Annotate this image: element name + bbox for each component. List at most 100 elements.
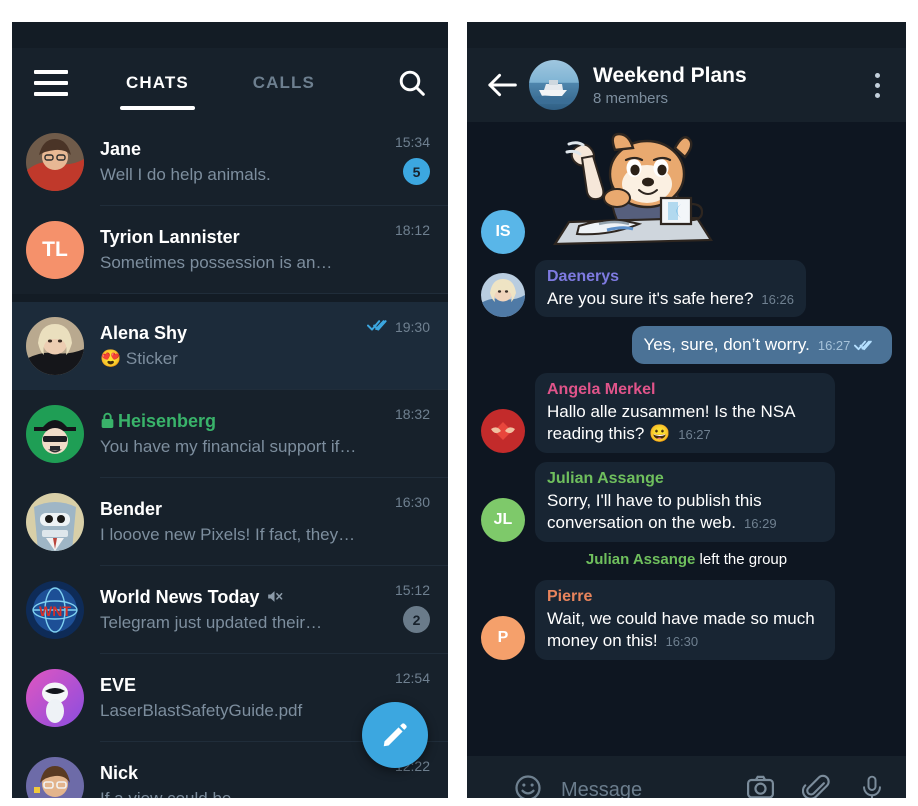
chat-item-time: 12:54: [394, 670, 430, 686]
chat-item-title: EVE: [100, 675, 137, 695]
incoming-message[interactable]: JL Julian Assange Sorry, I'll have to publ…: [481, 461, 892, 542]
chat-item-body: EVE LaserBlastSafetyGuide.pdf: [100, 675, 385, 721]
conversation-header: Weekend Plans 8 members: [467, 48, 906, 122]
avatar[interactable]: WNT: [26, 581, 84, 639]
avatar[interactable]: [26, 493, 84, 551]
chat-item-title: Nick: [100, 763, 139, 783]
sticker-message[interactable]: IS: [481, 130, 892, 254]
chat-item-title: Alena Shy: [100, 323, 188, 343]
chat-item-time: 15:34: [394, 134, 430, 150]
smiley-face-icon[interactable]: [513, 773, 543, 798]
avatar[interactable]: [26, 405, 84, 463]
tab-calls-label: CALLS: [252, 73, 315, 92]
avatar[interactable]: [26, 133, 84, 191]
message-text: Sorry, I'll have to publish this convers…: [547, 490, 762, 533]
avatar[interactable]: [481, 408, 525, 453]
chat-item-preview: 😍 Sticker: [100, 349, 178, 368]
avatar[interactable]: [481, 273, 525, 318]
chat-item-body: Heisenberg You have my financial support …: [100, 411, 385, 457]
avatar[interactable]: [26, 757, 84, 798]
chat-item-preview: Telegram just updated their…: [100, 613, 323, 632]
message-timestamp: 16:27: [818, 338, 880, 353]
status-bar-right: [467, 22, 906, 48]
conversation-title-block: Weekend Plans 8 members: [593, 63, 864, 107]
chat-item-title: Bender: [100, 499, 163, 519]
conversation-subtitle: 8 members: [593, 90, 669, 108]
incoming-message[interactable]: Daenerys Are you sure it's safe here? 16:2…: [481, 260, 892, 318]
chat-item-body: World News Today Telegram just updated t…: [100, 587, 385, 633]
chat-item-preview: Sometimes possession is an…: [100, 253, 333, 272]
chat-list-item[interactable]: Jane Well I do help animals. 15:34 5: [12, 118, 448, 206]
tab-bar: CHATS CALLS: [120, 48, 321, 118]
message-text: Yes, sure, don’t worry.: [643, 335, 810, 355]
avatar[interactable]: IS: [481, 210, 525, 254]
message-list[interactable]: IS Daenerys Are you sure it's safe here?…: [467, 122, 906, 756]
avatar[interactable]: P: [481, 615, 525, 660]
unread-badge: 2: [403, 606, 430, 633]
chat-item-title: World News Today: [100, 587, 284, 608]
message-timestamp: 16:27: [678, 427, 711, 443]
service-actor: Julian Assange: [585, 550, 696, 568]
chat-list-item[interactable]: Heisenberg You have my financial support …: [12, 390, 448, 478]
avatar[interactable]: [26, 669, 84, 727]
app-root: CHATS CALLS Jane Well I do help animals. 1…: [0, 0, 918, 806]
avatar[interactable]: TL: [26, 221, 84, 279]
message-sender-name: Pierre: [547, 587, 593, 605]
chat-item-body: Tyrion Lannister Sometimes possession is …: [100, 227, 385, 273]
chat-item-body: Bender I looove new Pixels! If fact, they…: [100, 499, 385, 545]
search-icon[interactable]: [396, 67, 428, 99]
chat-item-preview: You have my financial support if…: [100, 437, 357, 456]
paperclip-icon[interactable]: [801, 773, 832, 798]
outgoing-message[interactable]: Yes, sure, don’t worry. 16:27: [481, 326, 892, 364]
message-text: Are you sure it's safe here?: [547, 289, 754, 308]
avatar[interactable]: [26, 317, 84, 375]
chat-item-time: 18:12: [394, 222, 430, 238]
chat-item-body: Alena Shy 😍 Sticker: [100, 323, 357, 369]
microphone-icon[interactable]: [858, 773, 886, 798]
list-divider: [100, 293, 448, 294]
message-bubble[interactable]: Pierre Wait, we could have made so much m…: [535, 579, 835, 660]
chat-item-time: 16:30: [394, 494, 430, 510]
chat-item-meta: 18:32: [395, 406, 430, 422]
chat-list[interactable]: Jane Well I do help animals. 15:34 5 TL Tyrio…: [12, 118, 448, 798]
sticker-image[interactable]: [535, 130, 723, 254]
chat-list-item[interactable]: WNT World News Today Telegram just update…: [12, 566, 448, 654]
message-timestamp: 16:29: [744, 516, 777, 532]
back-arrow-icon[interactable]: [485, 70, 519, 100]
chat-item-meta: 18:12: [395, 222, 430, 238]
kebab-menu-icon[interactable]: [864, 70, 890, 100]
unread-badge: 5: [403, 158, 430, 185]
chat-list-item[interactable]: Bender I looove new Pixels! If fact, they…: [12, 478, 448, 566]
message-bubble[interactable]: Julian Assange Sorry, I'll have to publis…: [535, 461, 835, 542]
conversation-panel: Weekend Plans 8 members IS Daenerys Are …: [467, 22, 906, 798]
chat-item-meta: 15:34 5: [395, 134, 430, 185]
chat-list-item[interactable]: Alena Shy 😍 Sticker 19:30: [12, 302, 448, 390]
compose-fab-button[interactable]: [362, 702, 428, 768]
incoming-message[interactable]: P Pierre Wait, we could have made so much …: [481, 579, 892, 660]
pencil-icon: [383, 723, 407, 747]
message-input-field[interactable]: Message: [561, 779, 719, 799]
service-message: Julian Assange left the group: [481, 551, 892, 568]
chat-item-title: Jane: [100, 139, 142, 159]
tab-chats[interactable]: CHATS: [120, 48, 195, 118]
tab-chats-label: CHATS: [126, 73, 189, 92]
message-input-bar: Message: [467, 756, 906, 798]
hamburger-menu-icon[interactable]: [34, 70, 68, 96]
double-check-icon: [854, 338, 874, 352]
chat-list-item[interactable]: TL Tyrion Lannister Sometimes possession i…: [12, 206, 448, 294]
message-bubble[interactable]: Angela Merkel Hallo alle zusammen! Is the…: [535, 372, 835, 453]
chat-item-meta: 15:12 2: [395, 582, 430, 633]
chat-item-title: Heisenberg: [100, 411, 216, 432]
group-avatar[interactable]: [529, 60, 579, 110]
message-text: Hallo alle zusammen! Is the NSA reading …: [547, 401, 795, 444]
chat-item-title: Tyrion Lannister: [100, 227, 240, 247]
incoming-message[interactable]: Angela Merkel Hallo alle zusammen! Is the…: [481, 372, 892, 453]
service-text: left the group: [695, 550, 788, 568]
message-bubble[interactable]: Daenerys Are you sure it's safe here? 16:2…: [535, 260, 806, 318]
message-bubble[interactable]: Yes, sure, don’t worry. 16:27: [631, 326, 892, 364]
tab-calls[interactable]: CALLS: [247, 48, 321, 118]
chat-list-panel: CHATS CALLS Jane Well I do help animals. 1…: [12, 22, 448, 798]
camera-icon[interactable]: [745, 772, 776, 798]
chat-item-time: 18:32: [394, 406, 430, 422]
avatar[interactable]: JL: [481, 497, 525, 542]
